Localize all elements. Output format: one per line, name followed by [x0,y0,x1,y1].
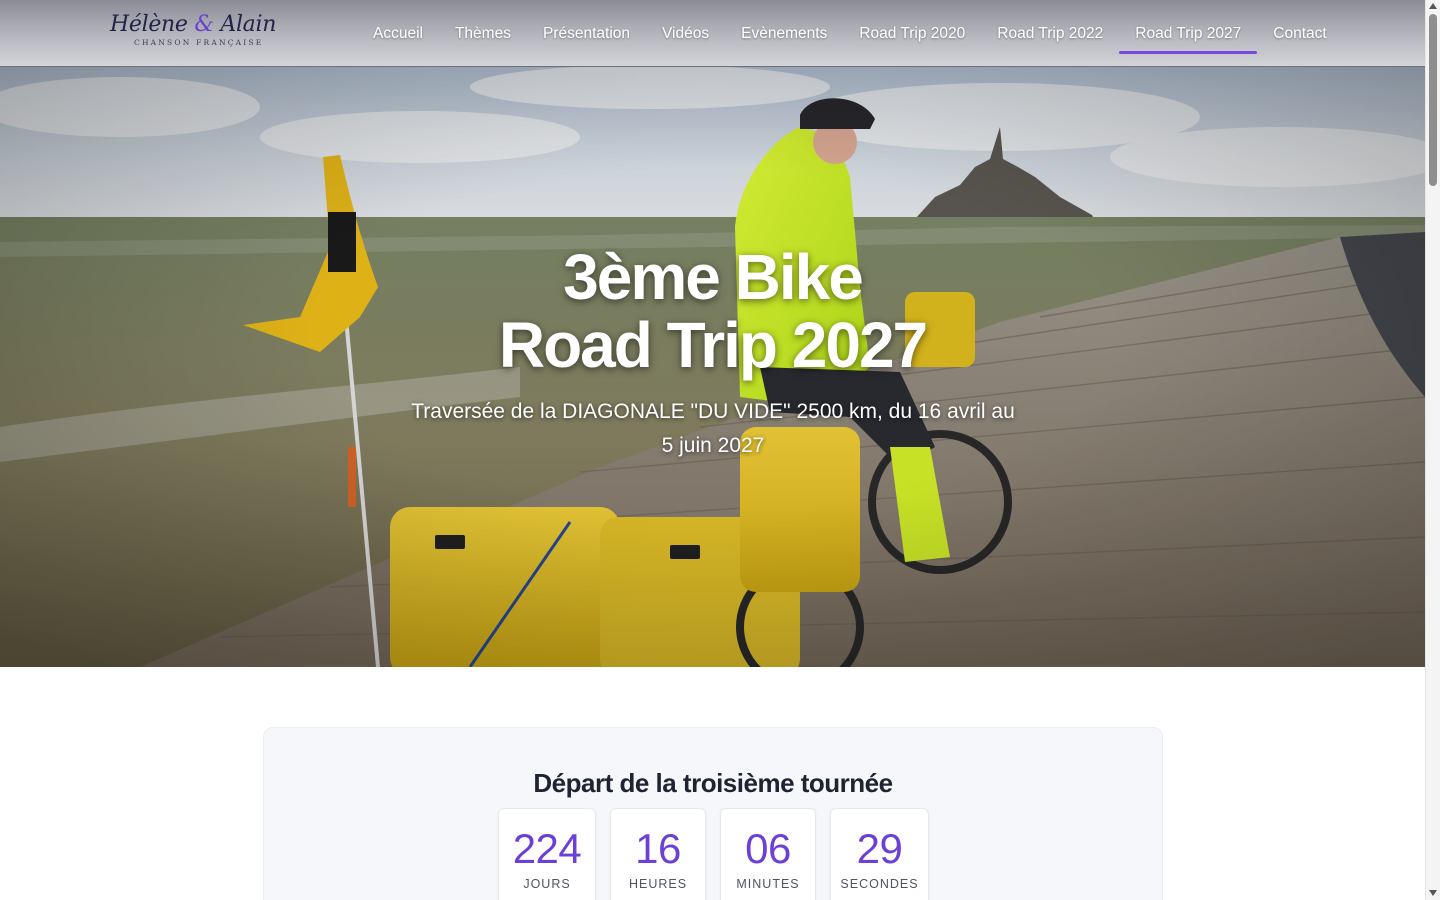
countdown-days-value: 224 [512,825,582,872]
page-scrollbar[interactable] [1425,0,1440,900]
logo-name-alain: Alain [220,12,277,37]
countdown-title: Départ de la troisième tournée [533,768,893,798]
scroll-down-arrow-icon[interactable] [1429,890,1437,896]
site-logo[interactable]: Hélène & Alain CHANSON FRANÇAISE [110,12,276,52]
main-nav: Accueil Thèmes Présentation Vidéos Evène… [357,0,1343,67]
nav-road-trip-2022[interactable]: Road Trip 2022 [981,0,1119,67]
nav-road-trip-2020[interactable]: Road Trip 2020 [843,0,981,67]
logo-wordmark: Hélène & Alain [110,12,276,37]
nav-themes[interactable]: Thèmes [439,0,527,67]
countdown-panel: Départ de la troisième tournée 224 JOURS… [263,727,1163,900]
countdown-days-label: JOURS [523,877,571,891]
nav-evenements[interactable]: Evènements [725,0,843,67]
countdown-minutes: 06 MINUTES [720,808,816,900]
scroll-up-arrow-icon[interactable] [1429,3,1437,9]
nav-road-trip-2027[interactable]: Road Trip 2027 [1119,0,1258,67]
countdown-minutes-value: 06 [745,825,791,872]
countdown-seconds-label: SECONDES [840,877,919,891]
logo-ampersand: & [194,12,214,37]
countdown-seconds-value: 29 [856,825,903,872]
hero-subtitle: Traversée de la DIAGONALE "DU VIDE" 2500… [411,400,1015,457]
hero-title-line-1: 3ème Bike [563,241,864,313]
countdown-hours-label: HEURES [628,877,688,891]
countdown-days: 224 JOURS [498,808,596,900]
countdown-hours-value: 16 [635,825,681,872]
nav-videos[interactable]: Vidéos [646,0,725,67]
hero-banner: 3ème Bike Road Trip 2027 Traversée de la… [0,67,1425,667]
nav-contact[interactable]: Contact [1257,0,1342,67]
hero-title-line-2: Road Trip 2027 [498,309,928,381]
scrollbar-thumb[interactable] [1429,14,1437,186]
logo-name-helene: Hélène [110,12,188,37]
countdown-seconds: 29 SECONDES [830,808,929,900]
logo-tagline: CHANSON FRANÇAISE [134,38,264,47]
nav-accueil[interactable]: Accueil [357,0,439,67]
site-header: Hélène & Alain CHANSON FRANÇAISE Accueil… [0,0,1425,67]
countdown-minutes-label: MINUTES [736,877,800,891]
nav-presentation[interactable]: Présentation [527,0,646,67]
countdown-hours: 16 HEURES [610,808,706,900]
